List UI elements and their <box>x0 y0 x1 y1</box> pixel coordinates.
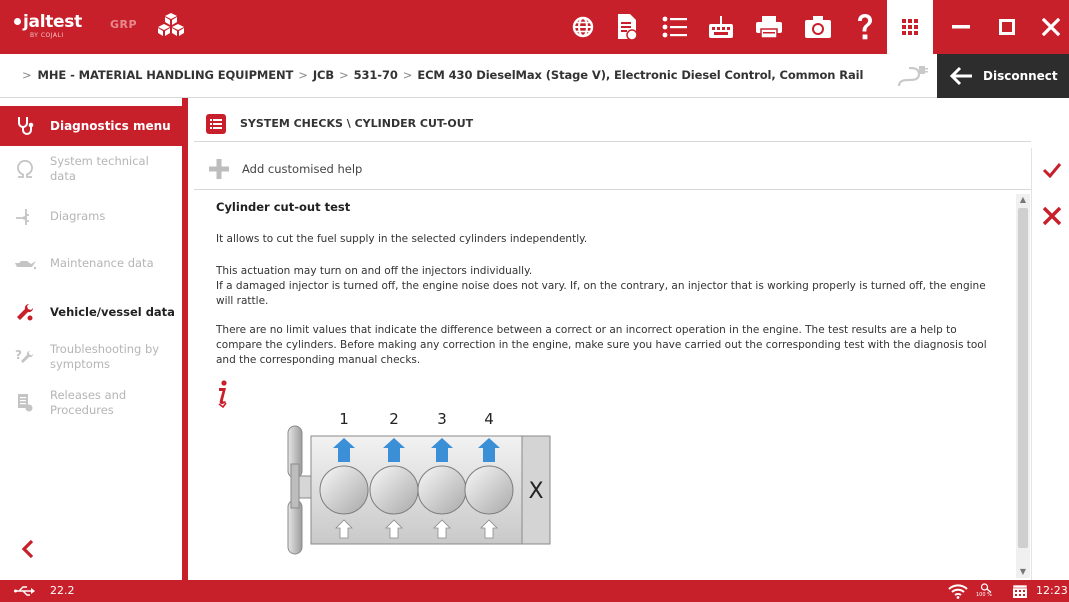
help-content: Cylinder cut-out test It allows to cut t… <box>194 194 1016 578</box>
paragraph: There are no limit values that indicate … <box>216 324 987 366</box>
globe-icon[interactable] <box>568 12 598 42</box>
scroll-thumb[interactable] <box>1018 208 1028 548</box>
cylinder-mark: X <box>528 479 543 504</box>
cylinder-number: 2 <box>389 410 399 428</box>
engine-cylinder-diagram: 1 2 3 4 X <box>287 410 551 555</box>
close-icon <box>1042 206 1062 226</box>
scroll-down-icon[interactable]: ▼ <box>1016 566 1030 578</box>
cubes-icon <box>158 13 184 36</box>
camera-icon[interactable] <box>803 12 833 42</box>
sidebar-item-maintenance-data[interactable]: Maintenance data <box>0 256 182 271</box>
minimize-icon[interactable] <box>938 0 983 54</box>
add-custom-help-button[interactable]: Add customised help <box>194 148 1031 190</box>
logo-text: jaltest <box>23 12 82 32</box>
pulley-shape <box>287 425 312 555</box>
stethoscope-icon <box>18 117 34 135</box>
status-bar: 22.2 100 % 12:23 <box>0 580 1069 602</box>
breadcrumb: > MHE - MATERIAL HANDLING EQUIPMENT > JCB >5… <box>22 68 864 82</box>
main-panel: SYSTEM CHECKS \ CYLINDER CUT-OUT Add cus… <box>194 98 1031 580</box>
logo-subtitle: BY COJALI <box>30 32 64 39</box>
sidebar-header-label: Diagnostics menu <box>50 119 171 133</box>
diagram-icon <box>16 209 29 225</box>
oil-can-icon <box>15 260 37 269</box>
releases-icon <box>18 394 33 412</box>
action-column <box>1031 148 1069 580</box>
disconnect-label: Disconnect <box>983 69 1058 83</box>
maximize-icon[interactable] <box>984 0 1029 54</box>
paragraph: It allows to cut the fuel supply in the … <box>216 233 588 245</box>
diagnostics-menu-button[interactable]: Diagnostics menu <box>0 106 182 146</box>
apps-grid-icon[interactable] <box>887 0 933 54</box>
cylinder-number: 4 <box>484 410 494 428</box>
list-icon[interactable] <box>660 12 690 42</box>
scroll-up-icon[interactable]: ▲ <box>1016 194 1030 206</box>
content-scrollbar[interactable]: ▲ ▼ <box>1016 194 1030 578</box>
sidebar-item-label: Vehicle/vessel data <box>50 304 175 319</box>
check-icon <box>1042 163 1062 178</box>
printer-icon[interactable] <box>754 12 784 42</box>
sidebar-item-vehicle-vessel-data[interactable]: Vehicle/vessel data <box>0 302 182 322</box>
clock-time: 12:23 <box>1036 584 1068 597</box>
sidebar-item-diagrams[interactable]: Diagrams <box>0 206 182 226</box>
cancel-button[interactable] <box>1038 202 1066 230</box>
wrench-icon <box>17 303 34 321</box>
arrow-left-icon <box>949 66 972 86</box>
keyboard-icon[interactable] <box>706 12 736 42</box>
breadcrumb-item[interactable]: JCB <box>313 68 334 82</box>
omega-icon <box>17 159 33 178</box>
svg-text:?: ? <box>15 348 22 362</box>
battery-voltage: 22.2 <box>50 584 75 597</box>
sidebar: Diagnostics menu System technical data D… <box>0 98 188 580</box>
sidebar-item-label: Maintenance data <box>50 256 154 270</box>
sidebar-item-system-technical-data[interactable]: System technical data <box>0 154 182 184</box>
paragraph: This actuation may turn on and off the i… <box>216 265 533 277</box>
document-icon[interactable] <box>612 12 642 42</box>
troubleshooting-icon: ? <box>15 348 34 363</box>
calendar-icon[interactable] <box>1012 583 1028 599</box>
add-help-label: Add customised help <box>242 161 363 176</box>
paragraph: If a damaged injector is turned off, the… <box>216 280 986 307</box>
breadcrumb-item[interactable]: ECM 430 DieselMax (Stage V), Electronic … <box>417 68 863 82</box>
usb-icon <box>14 586 35 596</box>
logo-tag: GRP <box>110 18 138 31</box>
cylinder-number: 1 <box>339 410 349 428</box>
sidebar-item-releases-procedures[interactable]: Releases and Procedures <box>0 388 182 418</box>
page-title: SYSTEM CHECKS \ CYLINDER CUT-OUT <box>240 117 474 130</box>
checklist-icon <box>206 113 226 134</box>
sidebar-item-label: Releases and Procedures <box>50 388 127 417</box>
sidebar-item-label: Troubleshooting by symptoms <box>50 342 160 371</box>
top-bar: jaltest BY COJALI GRP <box>0 0 1069 54</box>
connection-cable-icon <box>897 66 928 87</box>
section-header: SYSTEM CHECKS \ CYLINDER CUT-OUT <box>194 106 1031 142</box>
sidebar-item-label: System technical data <box>50 154 149 183</box>
plus-icon <box>209 158 229 179</box>
cylinder-numbers: 1 2 3 4 <box>339 410 494 428</box>
info-icon[interactable] <box>216 380 230 408</box>
accept-button[interactable] <box>1038 156 1066 184</box>
wifi-icon <box>948 584 968 599</box>
sidebar-item-troubleshooting[interactable]: ? Troubleshooting by symptoms <box>0 342 182 372</box>
zoom-level: 100 % <box>976 592 992 598</box>
help-icon[interactable] <box>850 12 880 42</box>
close-icon[interactable] <box>1028 0 1069 54</box>
breadcrumb-bar: > MHE - MATERIAL HANDLING EQUIPMENT > JCB >5… <box>0 54 1069 98</box>
breadcrumb-item[interactable]: 531-70 <box>354 68 398 82</box>
sidebar-item-label: Diagrams <box>50 208 106 223</box>
cylinder-number: 3 <box>437 410 447 428</box>
chevron-left-icon[interactable] <box>18 538 40 560</box>
content-heading: Cylinder cut-out test <box>216 200 351 214</box>
breadcrumb-item[interactable]: MHE - MATERIAL HANDLING EQUIPMENT <box>38 68 294 82</box>
disconnect-button[interactable]: Disconnect <box>937 54 1069 98</box>
